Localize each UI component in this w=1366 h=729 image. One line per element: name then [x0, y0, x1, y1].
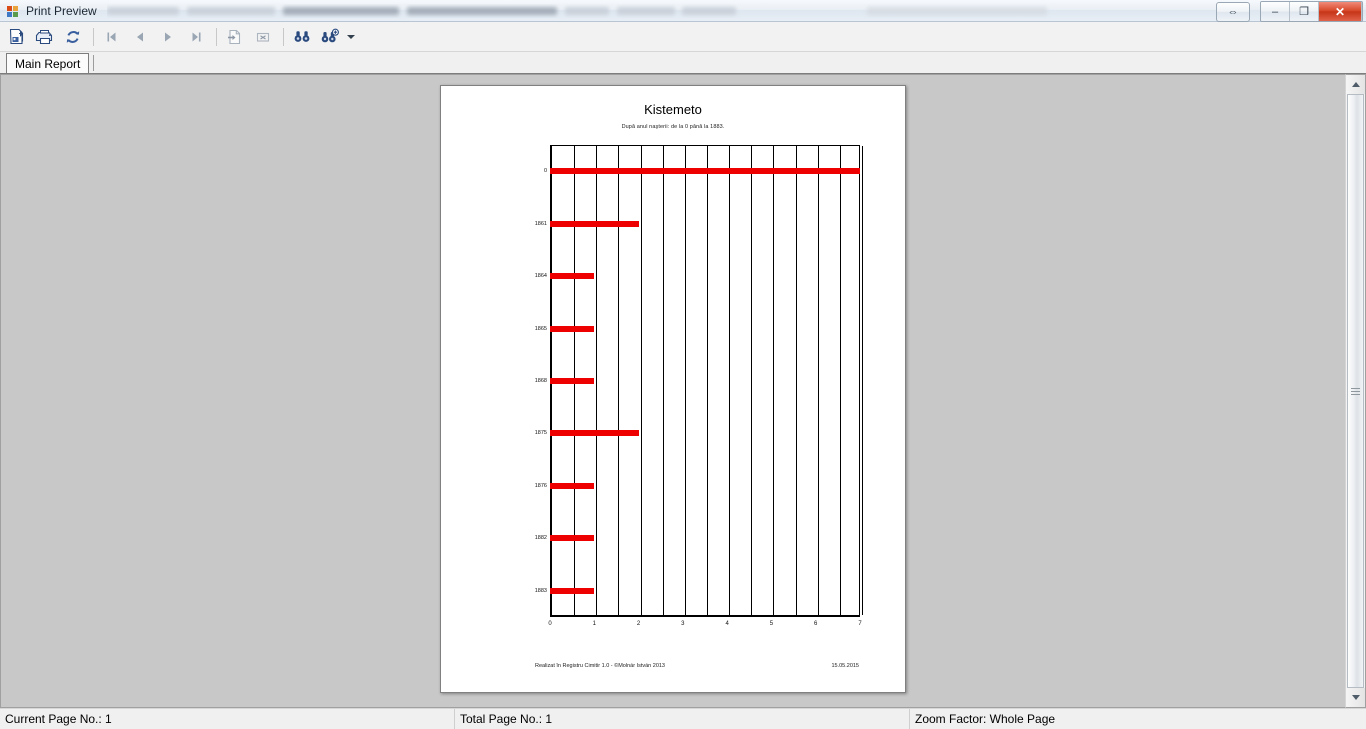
chart-y-axis-label: 1861: [534, 220, 547, 227]
chart-bar: [550, 220, 639, 227]
window-title: Print Preview: [26, 3, 97, 18]
chart-gridline: [839, 146, 841, 615]
chart-x-axis-label: 7: [858, 621, 862, 627]
stop-icon[interactable]: [250, 25, 276, 49]
preview-area[interactable]: Kistemeto După anul naşterii: de la 0 pâ…: [0, 74, 1345, 708]
chart-x-axis-label: 2: [636, 621, 641, 627]
chart-gridline: [640, 146, 642, 615]
chart-y-axis-label: 1868: [534, 378, 547, 384]
chart-gridline: [862, 146, 863, 615]
chart-bar: [550, 482, 595, 489]
chart-gridline: [662, 146, 664, 615]
chart-bar: [550, 587, 595, 594]
chart-bar: [550, 168, 860, 175]
zoom-icon[interactable]: [317, 25, 343, 49]
status-bar: Current Page No.: 1 Total Page No.: 1 Zo…: [0, 708, 1366, 729]
help-button[interactable]: ⇔: [1216, 1, 1250, 22]
chart-gridline: [751, 146, 753, 615]
toolbar-separator-1: [93, 27, 94, 46]
chart-plot-area: [550, 145, 863, 617]
chart-gridline: [795, 146, 797, 615]
minimize-button[interactable]: –: [1261, 2, 1290, 21]
first-page-icon[interactable]: [99, 25, 125, 49]
toolbar: [0, 22, 1366, 52]
print-icon[interactable]: [32, 25, 58, 49]
scrollbar-track[interactable]: [1346, 94, 1365, 688]
chart-bar: [550, 430, 639, 437]
chart-y-axis-label: 1865: [534, 325, 547, 332]
chart-x-axis-label: 1: [592, 621, 596, 627]
chart-x-axis-label: 4: [725, 621, 729, 627]
title-bar: Print Preview ⇔ – ❐ ✕: [0, 0, 1366, 22]
report-footer-credit: Realizat în Registru Cimitir 1.0 - ©Moln…: [535, 663, 665, 669]
status-total-page: Total Page No.: 1: [455, 709, 910, 729]
scroll-up-button[interactable]: [1346, 75, 1365, 94]
scroll-down-button[interactable]: [1346, 688, 1365, 707]
chart-y-axis-label: 1864: [534, 273, 547, 280]
chart-gridline: [729, 146, 731, 615]
go-to-page-icon[interactable]: [222, 25, 248, 49]
chart-gridline: [817, 146, 819, 615]
chart-y-axis-label: 1882: [534, 535, 547, 542]
chart-y-axis-label: 1875: [534, 430, 547, 437]
chart-bar: [550, 325, 595, 332]
tab-strip: Main Report: [0, 52, 1366, 74]
toolbar-separator-2: [216, 27, 217, 46]
export-icon[interactable]: [4, 25, 30, 49]
tab-main-report[interactable]: Main Report: [6, 53, 90, 73]
restore-button[interactable]: ❐: [1290, 2, 1319, 21]
chart-x-axis-label: 6: [814, 621, 818, 627]
print-preview-window: Print Preview ⇔ – ❐ ✕ Main Report Kistem…: [0, 0, 1366, 729]
chart-y-axis-label: 1883: [534, 587, 547, 594]
refresh-icon[interactable]: [60, 25, 86, 49]
preview-wrapper: Kistemeto După anul naşterii: de la 0 pâ…: [0, 74, 1366, 708]
chart-gridline: [707, 146, 708, 615]
chart-x-axis-label: 5: [769, 621, 774, 627]
last-page-icon[interactable]: [183, 25, 209, 49]
report-subtitle: După anul naşterii: de la 0 până la 1883…: [621, 124, 725, 130]
tab-strip-divider: [93, 55, 96, 71]
chart-y-axis-label: 1876: [534, 482, 547, 489]
chevron-down-icon[interactable]: [347, 34, 355, 39]
status-zoom-factor: Zoom Factor: Whole Page: [915, 712, 1056, 726]
scrollbar-thumb[interactable]: [1347, 94, 1364, 688]
report-title: Kistemeto: [644, 102, 702, 117]
chart-bar: [550, 378, 595, 384]
chart-gridline: [596, 146, 598, 615]
bar-chart: 0 1861 1864 1865 1868 1875 1876 1882 1883 0 1 2 3 4 5 6…: [495, 145, 863, 627]
chart-gridline: [618, 146, 620, 615]
chart-gridline: [773, 146, 775, 615]
status-current-page: Current Page No.: 1: [0, 709, 455, 729]
app-icon: [5, 3, 21, 19]
vertical-scrollbar[interactable]: [1345, 74, 1366, 708]
chart-x-axis-label: 3: [681, 621, 685, 627]
report-page: Kistemeto După anul naşterii: de la 0 pâ…: [440, 85, 906, 693]
previous-page-icon[interactable]: [127, 25, 153, 49]
chart-bar: [550, 273, 595, 280]
title-path-blurred: [106, 4, 1366, 18]
chart-gridline: [684, 146, 686, 615]
next-page-icon[interactable]: [155, 25, 181, 49]
chart-x-axis-label: 0: [548, 621, 552, 627]
toolbar-separator-3: [283, 27, 284, 46]
report-footer-date: 15.05.2015: [831, 663, 859, 669]
chart-y-axis-label: 0: [543, 168, 547, 175]
chart-bar: [550, 535, 595, 542]
search-icon[interactable]: [289, 25, 315, 49]
window-controls: ⇔ – ❐ ✕: [1216, 1, 1363, 22]
close-button[interactable]: ✕: [1319, 2, 1362, 21]
